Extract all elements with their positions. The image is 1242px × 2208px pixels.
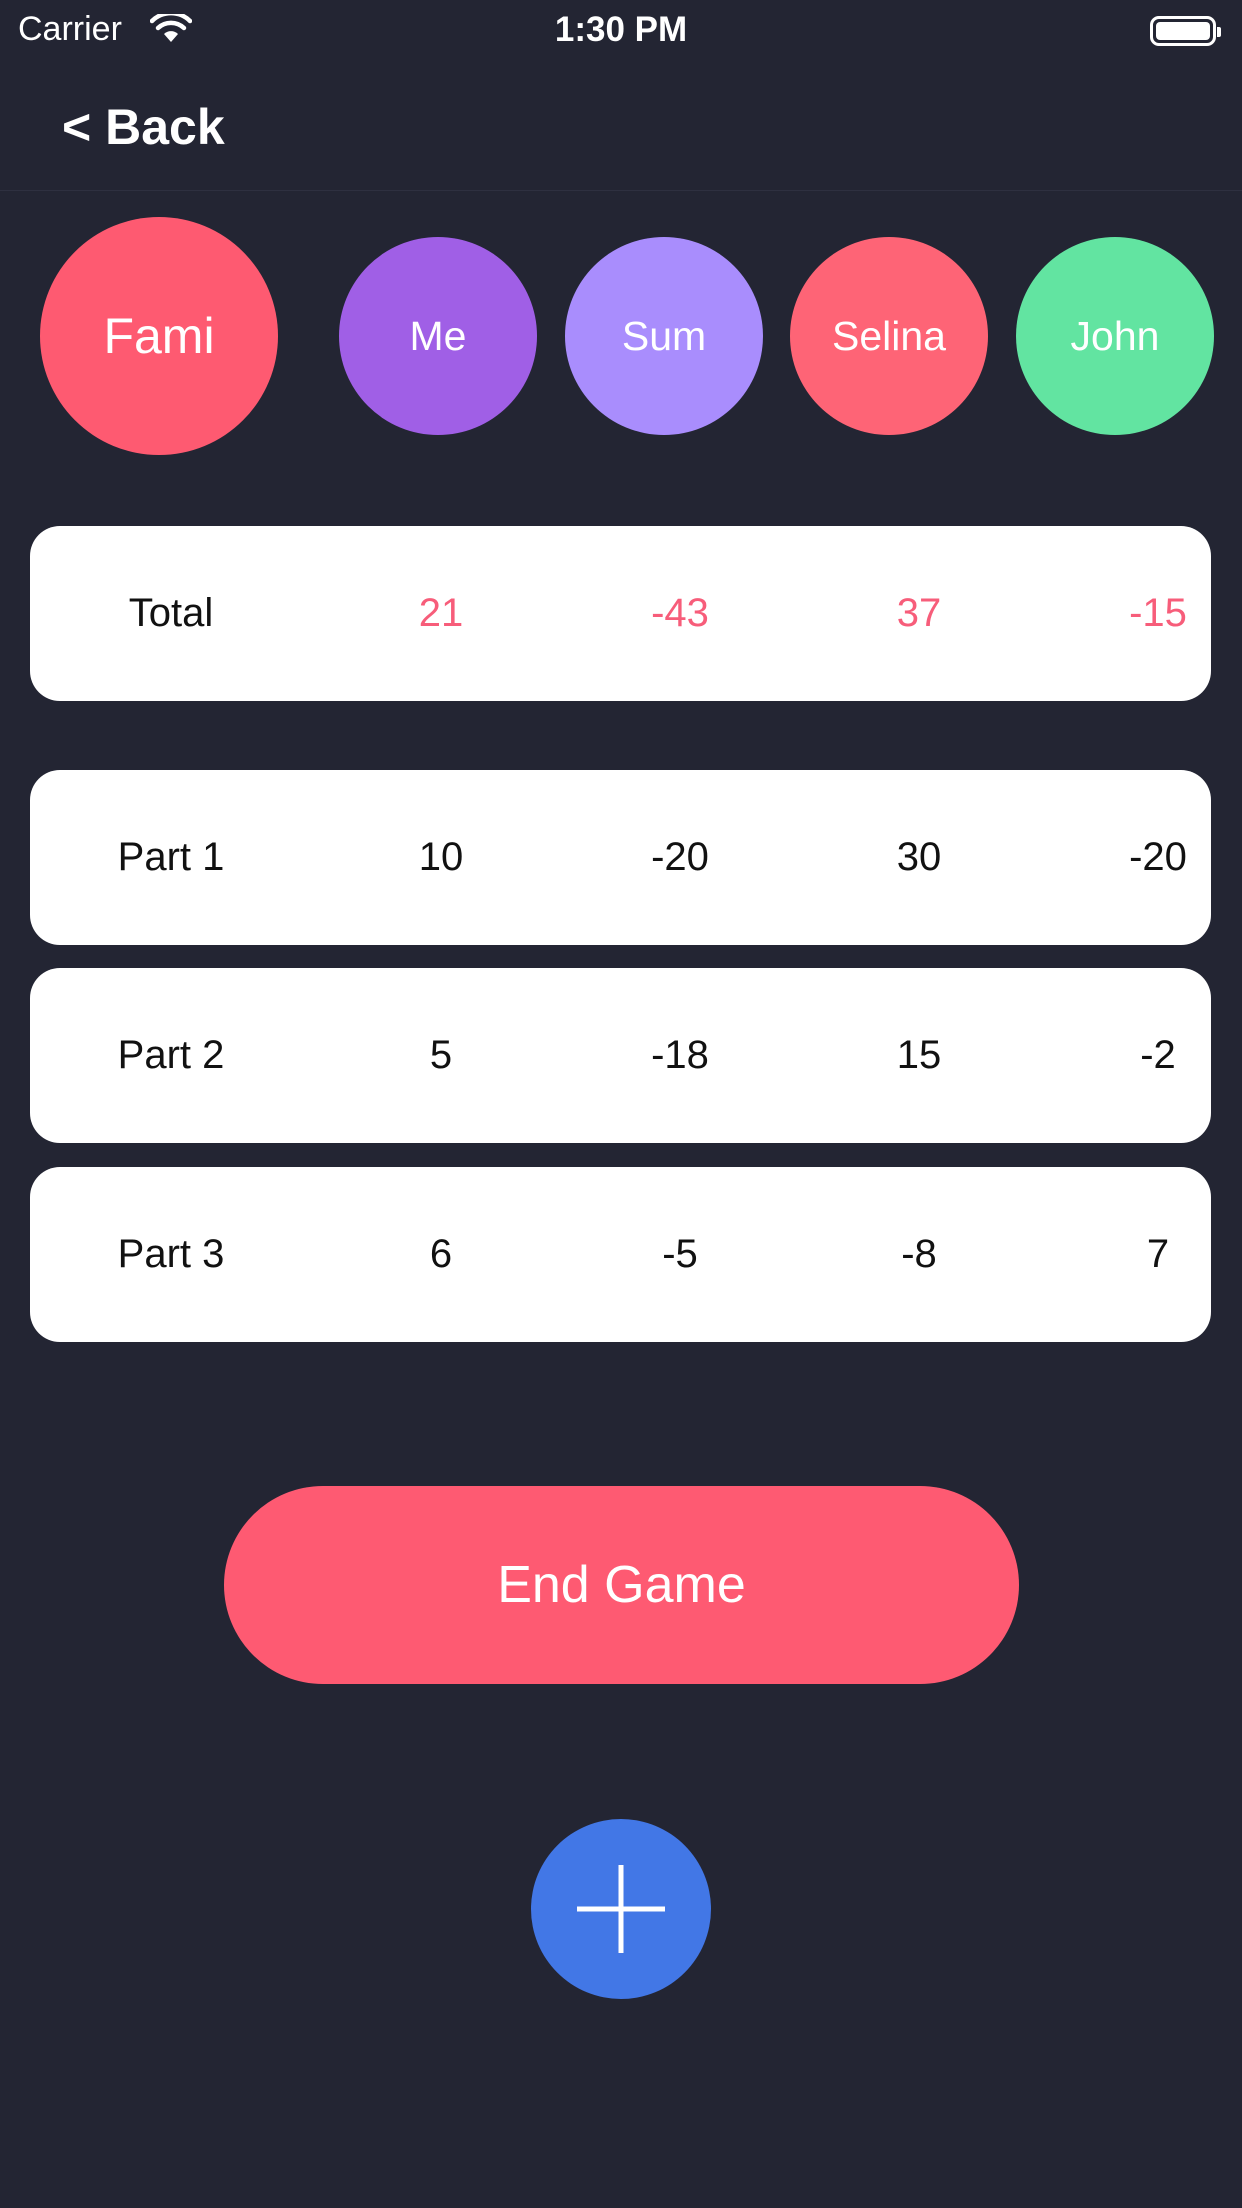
row-label: Part 1 bbox=[117, 835, 225, 879]
player-name: Sum bbox=[621, 312, 707, 359]
score-cell: -18 bbox=[651, 1033, 709, 1077]
player-avatar-selina[interactable]: Selina bbox=[790, 237, 988, 435]
score-cell: 15 bbox=[896, 1033, 942, 1077]
total-score-selina: 37 bbox=[896, 591, 942, 635]
nav-bar: < Back bbox=[0, 62, 1242, 191]
row-label: Total bbox=[128, 591, 214, 635]
round-row-3[interactable]: Part 3 6 -5 -8 7 bbox=[30, 1167, 1211, 1342]
score-cell: 10 bbox=[418, 835, 464, 879]
plus-icon bbox=[577, 1865, 665, 1953]
player-name: Fami bbox=[103, 308, 215, 364]
score-cell: -8 bbox=[901, 1232, 937, 1276]
score-cell: -2 bbox=[1140, 1033, 1176, 1077]
row-label: Part 2 bbox=[117, 1033, 225, 1077]
status-time: 1:30 PM bbox=[554, 10, 688, 49]
player-name: Me bbox=[409, 312, 467, 359]
add-round-button[interactable] bbox=[531, 1819, 711, 1999]
score-cell: 30 bbox=[896, 835, 942, 879]
battery-icon bbox=[1150, 16, 1221, 46]
end-game-button[interactable]: End Game bbox=[224, 1486, 1019, 1684]
round-row-1[interactable]: Part 1 10 -20 30 -20 bbox=[30, 770, 1211, 945]
player-name: John bbox=[1070, 312, 1160, 359]
player-avatar-me[interactable]: Me bbox=[339, 237, 537, 435]
score-cell: 5 bbox=[429, 1033, 453, 1077]
total-row: Total 21 -43 37 -15 bbox=[30, 526, 1211, 701]
row-label: Part 3 bbox=[117, 1232, 225, 1276]
score-cell: -5 bbox=[662, 1232, 698, 1276]
player-avatar-fami[interactable]: Fami bbox=[40, 217, 278, 455]
round-row-2[interactable]: Part 2 5 -18 15 -2 bbox=[30, 968, 1211, 1143]
back-button[interactable]: < Back bbox=[62, 98, 225, 156]
score-cell: 7 bbox=[1146, 1232, 1170, 1276]
score-cell: 6 bbox=[429, 1232, 453, 1276]
player-avatar-john[interactable]: John bbox=[1016, 237, 1214, 435]
total-score-john: -15 bbox=[1129, 591, 1187, 635]
total-score-me: 21 bbox=[418, 591, 464, 635]
score-cell: -20 bbox=[651, 835, 709, 879]
player-avatar-sum[interactable]: Sum bbox=[565, 237, 763, 435]
status-bar: Carrier 1:30 PM bbox=[0, 0, 1242, 62]
score-cell: -20 bbox=[1129, 835, 1187, 879]
player-name: Selina bbox=[832, 312, 946, 359]
total-score-sum: -43 bbox=[651, 591, 709, 635]
